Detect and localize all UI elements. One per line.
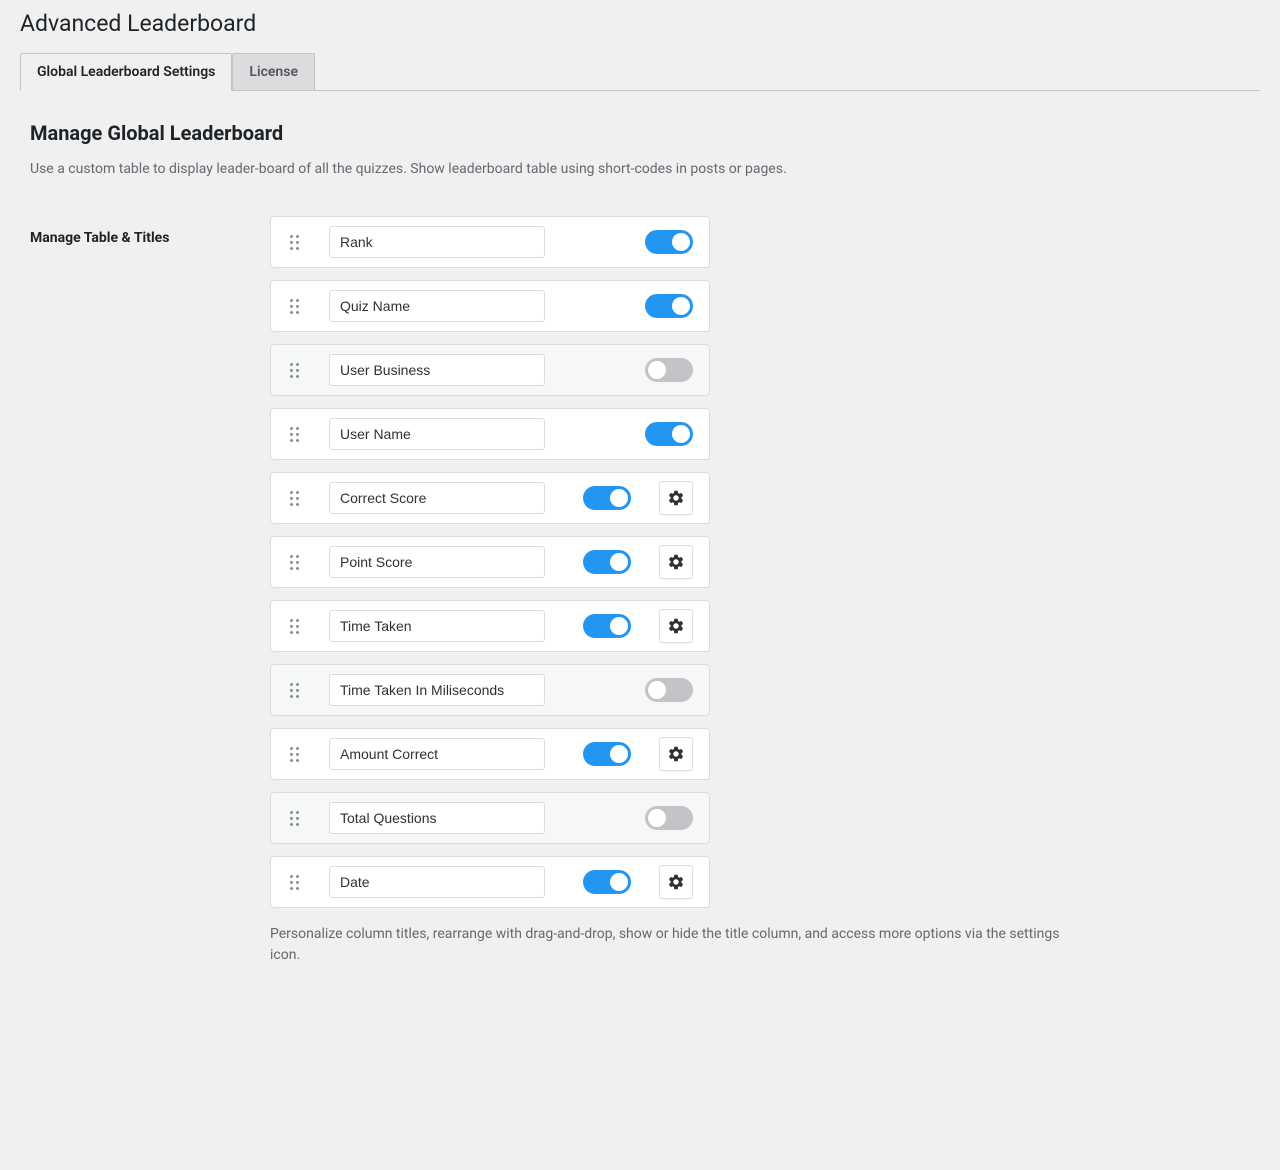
- gear-icon: [667, 873, 685, 891]
- field-row: [270, 856, 710, 908]
- field-title-input[interactable]: [329, 226, 545, 258]
- drag-handle-icon[interactable]: [287, 233, 301, 252]
- field-title-input[interactable]: [329, 610, 545, 642]
- gear-icon: [667, 489, 685, 507]
- tabs: Global Leaderboard Settings License: [20, 53, 1260, 91]
- row-label: Manage Table & Titles: [30, 216, 190, 246]
- enable-toggle[interactable]: [645, 230, 693, 254]
- enable-toggle[interactable]: [645, 806, 693, 830]
- tab-global-leaderboard-settings[interactable]: Global Leaderboard Settings: [20, 53, 232, 91]
- field-row: [270, 536, 710, 588]
- drag-handle-icon[interactable]: [287, 873, 301, 892]
- field-settings-button[interactable]: [659, 545, 693, 579]
- enable-toggle[interactable]: [583, 614, 631, 638]
- field-row: [270, 792, 710, 844]
- field-row: [270, 600, 710, 652]
- field-settings-button[interactable]: [659, 481, 693, 515]
- drag-handle-icon[interactable]: [287, 617, 301, 636]
- drag-handle-icon[interactable]: [287, 361, 301, 380]
- section-title: Manage Global Leaderboard: [30, 121, 1250, 145]
- help-text: Personalize column titles, rearrange wit…: [270, 924, 1090, 966]
- enable-toggle[interactable]: [583, 870, 631, 894]
- enable-toggle[interactable]: [645, 422, 693, 446]
- drag-handle-icon[interactable]: [287, 425, 301, 444]
- field-row: [270, 728, 710, 780]
- enable-toggle[interactable]: [583, 550, 631, 574]
- field-title-input[interactable]: [329, 546, 545, 578]
- tab-content: Manage Global Leaderboard Use a custom t…: [20, 91, 1260, 986]
- field-settings-button[interactable]: [659, 865, 693, 899]
- field-title-input[interactable]: [329, 866, 545, 898]
- field-row: [270, 280, 710, 332]
- drag-handle-icon[interactable]: [287, 553, 301, 572]
- gear-icon: [667, 745, 685, 763]
- enable-toggle[interactable]: [645, 678, 693, 702]
- enable-toggle[interactable]: [645, 358, 693, 382]
- enable-toggle[interactable]: [583, 486, 631, 510]
- field-row: [270, 664, 710, 716]
- enable-toggle[interactable]: [583, 742, 631, 766]
- field-title-input[interactable]: [329, 674, 545, 706]
- drag-handle-icon[interactable]: [287, 809, 301, 828]
- field-title-input[interactable]: [329, 482, 545, 514]
- gear-icon: [667, 617, 685, 635]
- field-row: [270, 344, 710, 396]
- enable-toggle[interactable]: [645, 294, 693, 318]
- field-settings-button[interactable]: [659, 737, 693, 771]
- drag-handle-icon[interactable]: [287, 681, 301, 700]
- field-title-input[interactable]: [329, 418, 545, 450]
- drag-handle-icon[interactable]: [287, 489, 301, 508]
- gear-icon: [667, 553, 685, 571]
- field-title-input[interactable]: [329, 738, 545, 770]
- page-title: Advanced Leaderboard: [20, 10, 1260, 37]
- field-row: [270, 408, 710, 460]
- field-list: [270, 216, 1110, 908]
- field-title-input[interactable]: [329, 290, 545, 322]
- drag-handle-icon[interactable]: [287, 745, 301, 764]
- drag-handle-icon[interactable]: [287, 297, 301, 316]
- field-row: [270, 472, 710, 524]
- field-settings-button[interactable]: [659, 609, 693, 643]
- field-title-input[interactable]: [329, 354, 545, 386]
- field-row: [270, 216, 710, 268]
- section-description: Use a custom table to display leader-boa…: [30, 159, 1250, 180]
- field-title-input[interactable]: [329, 802, 545, 834]
- tab-license[interactable]: License: [232, 53, 315, 90]
